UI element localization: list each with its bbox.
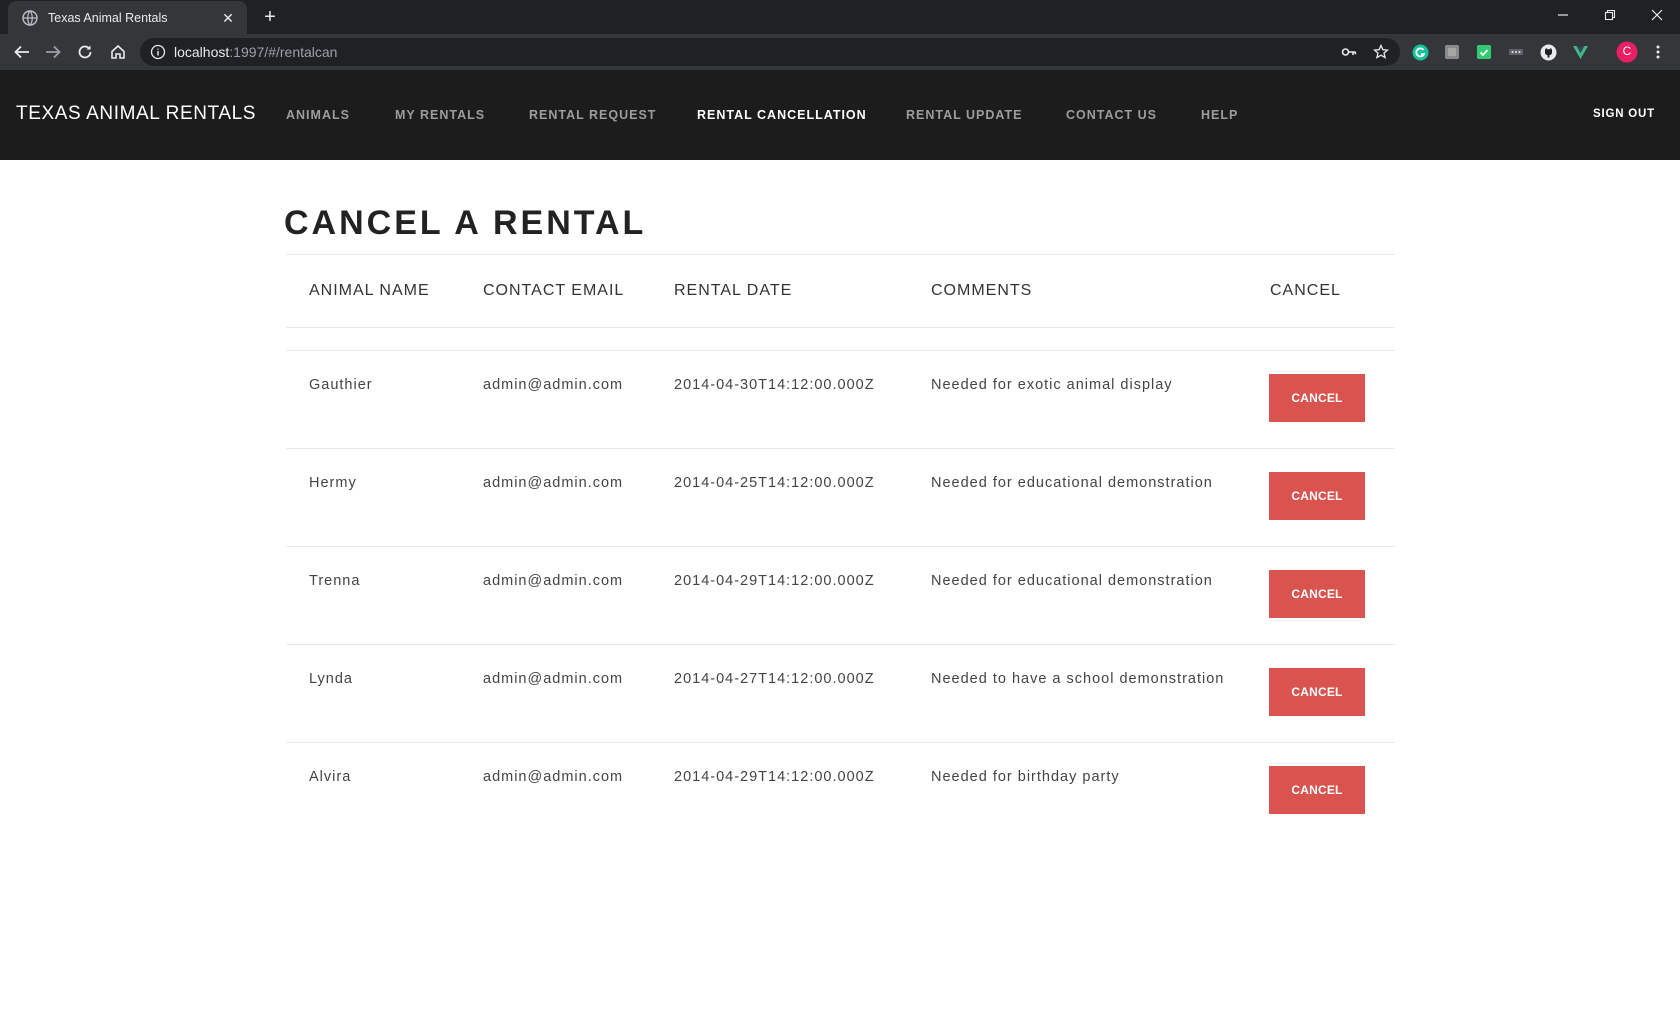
- minimize-icon[interactable]: [1540, 0, 1586, 30]
- cancel-rental-button[interactable]: CANCEL: [1269, 766, 1365, 814]
- nav-rental-request[interactable]: RENTAL REQUEST: [529, 108, 656, 122]
- url-host: localhost: [174, 44, 230, 60]
- close-window-icon[interactable]: [1634, 0, 1680, 30]
- cell-comments: Needed for birthday party: [931, 769, 1120, 785]
- page-title: CANCEL A RENTAL: [284, 204, 647, 242]
- cell-comments: Needed for educational demonstration: [931, 475, 1213, 491]
- close-tab-icon[interactable]: ✕: [219, 9, 237, 27]
- table-row: Trenna admin@admin.com 2014-04-29T14:12:…: [286, 546, 1395, 644]
- extension-gray-icon[interactable]: [1443, 43, 1461, 61]
- cell-contact-email: admin@admin.com: [483, 671, 624, 687]
- header-cancel: CANCEL: [1270, 282, 1341, 299]
- cancel-rental-button[interactable]: CANCEL: [1269, 668, 1365, 716]
- title-divider: [286, 254, 1395, 255]
- cell-rental-date: 2014-04-30T14:12:00.000Z: [674, 377, 875, 393]
- browser-tab[interactable]: Texas Animal Rentals ✕: [8, 1, 247, 34]
- cell-rental-date: 2014-04-29T14:12:00.000Z: [674, 769, 875, 785]
- header-animal-name: ANIMAL NAME: [309, 282, 430, 299]
- cancel-rental-button[interactable]: CANCEL: [1269, 570, 1365, 618]
- more-extensions-icon[interactable]: [1507, 43, 1525, 61]
- cell-animal-name: Alvira: [309, 769, 352, 785]
- extension-green-icon[interactable]: [1475, 43, 1493, 61]
- cell-comments: Needed for educational demonstration: [931, 573, 1213, 589]
- cancel-rental-button[interactable]: CANCEL: [1269, 472, 1365, 520]
- header-divider: [286, 327, 1395, 328]
- table-row: Gauthier admin@admin.com 2014-04-30T14:1…: [286, 350, 1395, 448]
- cell-contact-email: admin@admin.com: [483, 377, 624, 393]
- url-text: localhost:1997/#/rentalcan: [174, 44, 337, 60]
- nav-help[interactable]: HELP: [1201, 108, 1238, 122]
- cell-rental-date: 2014-04-25T14:12:00.000Z: [674, 475, 875, 491]
- cell-animal-name: Hermy: [309, 475, 357, 491]
- browser-toolbar: localhost:1997/#/rentalcan C: [0, 34, 1680, 70]
- browser-tabstrip: Texas Animal Rentals ✕ +: [0, 0, 1680, 34]
- kebab-menu-icon[interactable]: [1649, 43, 1667, 61]
- address-bar[interactable]: localhost:1997/#/rentalcan: [140, 38, 1400, 66]
- restore-icon[interactable]: [1587, 0, 1633, 30]
- vue-devtools-icon[interactable]: [1571, 43, 1589, 61]
- forward-arrow-icon[interactable]: [39, 38, 67, 66]
- profile-initial: C: [1622, 44, 1632, 58]
- info-icon[interactable]: [150, 44, 166, 60]
- cell-comments: Needed to have a school demonstration: [931, 671, 1225, 687]
- url-path: :1997/#/rentalcan: [229, 44, 338, 60]
- profile-avatar[interactable]: C: [1616, 41, 1638, 63]
- cell-rental-date: 2014-04-27T14:12:00.000Z: [674, 671, 875, 687]
- cell-animal-name: Lynda: [309, 671, 353, 687]
- github-icon[interactable]: [1539, 43, 1557, 61]
- cell-contact-email: admin@admin.com: [483, 769, 624, 785]
- reload-icon[interactable]: [71, 38, 99, 66]
- home-icon[interactable]: [104, 38, 132, 66]
- nav-rental-update[interactable]: RENTAL UPDATE: [906, 108, 1022, 122]
- app-navbar: TEXAS ANIMAL RENTALS ANIMALS MY RENTALS …: [0, 70, 1680, 160]
- globe-icon: [22, 9, 38, 26]
- table-row: Hermy admin@admin.com 2014-04-25T14:12:0…: [286, 448, 1395, 546]
- cell-animal-name: Trenna: [309, 573, 361, 589]
- cell-animal-name: Gauthier: [309, 377, 373, 393]
- star-icon[interactable]: [1372, 43, 1390, 61]
- key-icon[interactable]: [1340, 43, 1358, 61]
- grammarly-icon[interactable]: [1411, 43, 1429, 61]
- nav-rental-cancellation[interactable]: RENTAL CANCELLATION: [697, 108, 867, 122]
- nav-animals[interactable]: ANIMALS: [286, 108, 350, 122]
- nav-my-rentals[interactable]: MY RENTALS: [395, 108, 485, 122]
- cell-rental-date: 2014-04-29T14:12:00.000Z: [674, 573, 875, 589]
- cancel-rental-button[interactable]: CANCEL: [1269, 374, 1365, 422]
- cell-contact-email: admin@admin.com: [483, 475, 624, 491]
- tab-title: Texas Animal Rentals: [48, 10, 168, 25]
- header-contact-email: CONTACT EMAIL: [483, 282, 625, 299]
- nav-contact-us[interactable]: CONTACT US: [1066, 108, 1157, 122]
- table-row: Alvira admin@admin.com 2014-04-29T14:12:…: [286, 742, 1395, 840]
- table-row: Lynda admin@admin.com 2014-04-27T14:12:0…: [286, 644, 1395, 742]
- cell-comments: Needed for exotic animal display: [931, 377, 1173, 393]
- cell-contact-email: admin@admin.com: [483, 573, 624, 589]
- new-tab-button[interactable]: +: [258, 6, 282, 30]
- header-rental-date: RENTAL DATE: [674, 282, 793, 299]
- header-comments: COMMENTS: [931, 282, 1033, 299]
- back-arrow-icon[interactable]: [8, 38, 36, 66]
- sign-out-link[interactable]: SIGN OUT: [1593, 108, 1655, 120]
- brand-title[interactable]: TEXAS ANIMAL RENTALS: [16, 103, 256, 125]
